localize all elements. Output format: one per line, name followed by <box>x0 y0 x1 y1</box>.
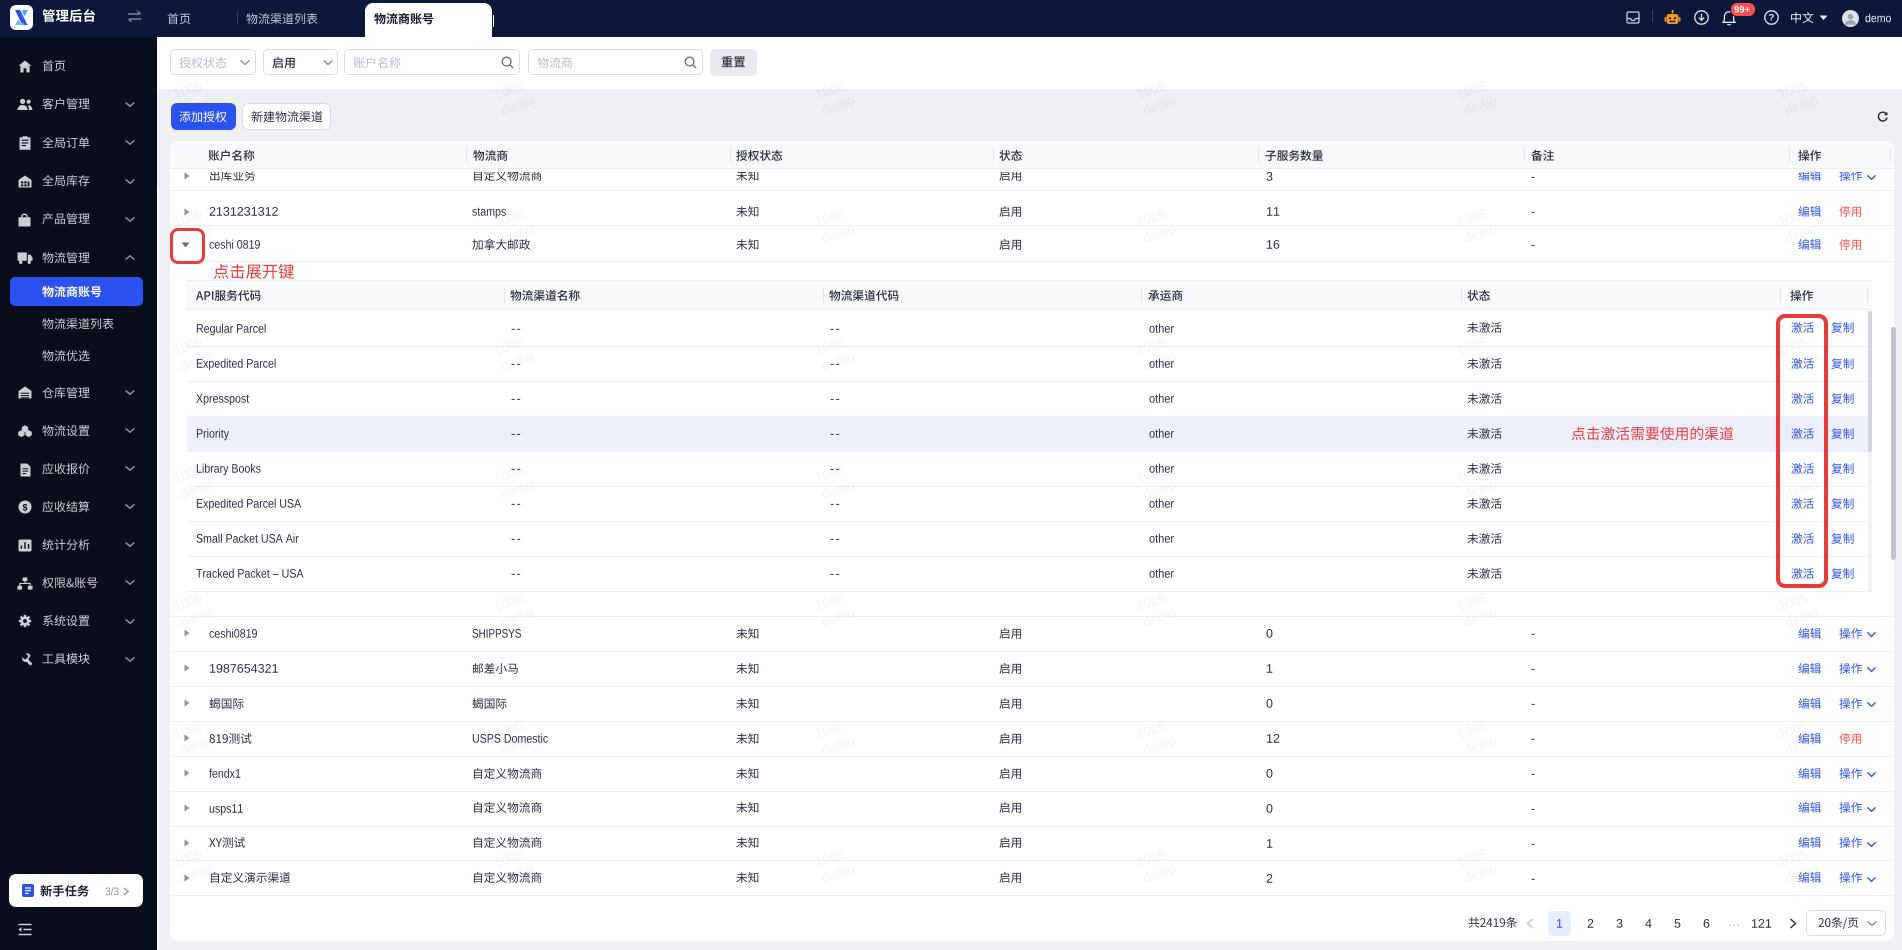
svg-text:$: $ <box>22 502 27 512</box>
svg-text:?: ? <box>1769 13 1775 24</box>
